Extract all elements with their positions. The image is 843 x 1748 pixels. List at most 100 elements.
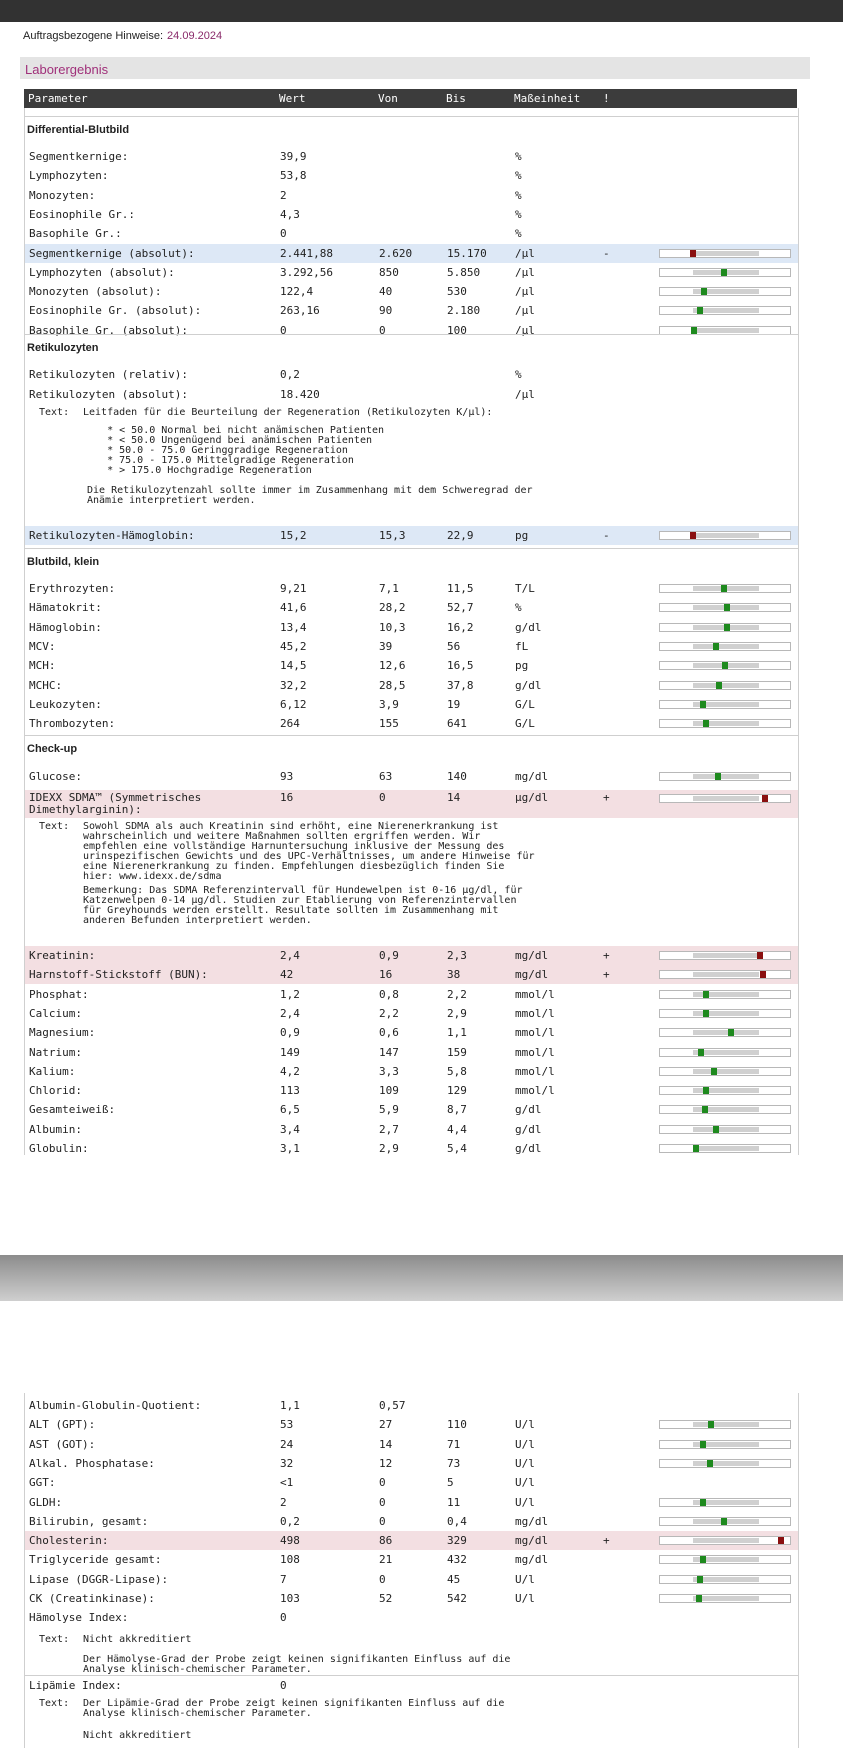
param-value: 2,4	[280, 1006, 300, 1020]
unit: U/l	[515, 1495, 535, 1509]
table-row: Harnstoff-Stickstoff (BUN): 42 16 38 mg/dl +	[25, 965, 798, 985]
param-name: Lymphozyten (absolut):	[29, 265, 175, 279]
range-bar	[659, 1594, 791, 1603]
order-notes: Auftragsbezogene Hinweise: 24.09.2024	[23, 30, 222, 42]
table-row: Bilirubin, gesamt: 0,2 0 0,4 mg/dl	[25, 1512, 798, 1531]
param-value: 24	[280, 1437, 294, 1451]
reference-range	[693, 682, 759, 688]
ref-max: 38	[447, 968, 461, 982]
table-row: Albumin-Globulin-Quotient: 1,1 0,57	[25, 1396, 798, 1415]
param-name: Kalium:	[29, 1064, 76, 1078]
ref-max: 432	[447, 1553, 467, 1567]
range-bar	[659, 1516, 791, 1526]
range-bar	[659, 699, 791, 709]
param-value: 0	[280, 1611, 287, 1625]
table-row: Monozyten: 2%	[25, 186, 798, 205]
table-row: Thrombozyten: 264 155 641 G/L	[25, 714, 798, 733]
table-row: Gesamteiweiß: 6,5 5,9 8,7 g/dl	[25, 1100, 798, 1119]
reference-range	[693, 953, 759, 958]
ref-max: 73	[447, 1456, 461, 1470]
col-bis: Bis	[446, 92, 466, 105]
param-value: 93	[280, 770, 294, 783]
ref-max: 542	[447, 1592, 467, 1605]
value-marker	[703, 1009, 709, 1017]
ref-min: 0	[379, 1495, 386, 1509]
text-note: Die Retikulozytenzahl sollte immer im Zu…	[87, 485, 533, 506]
text-bullets: * < 50.0 Normal bei nicht anämischen Pat…	[107, 425, 385, 476]
table-row: Segmentkernige: 39,9%	[25, 147, 798, 166]
range-bar	[659, 641, 791, 651]
ref-max: 129	[447, 1084, 467, 1098]
param-name: GGT:	[29, 1476, 56, 1490]
range-bar	[659, 1458, 791, 1468]
ref-min: 28,5	[379, 678, 406, 692]
range-bar	[659, 1047, 791, 1057]
ref-max: 52,7	[447, 601, 474, 615]
text-remark: Bemerkung: Das SDMA Referenzintervall fü…	[83, 885, 523, 926]
param-value: 0	[280, 227, 287, 241]
table-row: IDEXX SDMA™ (Symmetrisches Dimethylargini…	[25, 790, 798, 818]
param-value: 103	[280, 1592, 300, 1605]
param-name: Hämolyse Index:	[29, 1611, 129, 1625]
table-row: Alkal. Phosphatase: 32 12 73 U/l	[25, 1454, 798, 1473]
result-table-page1: Differential-Blutbild Segmentkernige: 39,9…	[24, 108, 799, 1155]
value-marker	[697, 307, 703, 315]
table-row: GGT: <1 0 5 U/l	[25, 1473, 798, 1492]
unit: g/dl	[515, 1142, 542, 1155]
range-bar	[659, 1439, 791, 1449]
param-name: Lipase (DGGR-Lipase):	[29, 1572, 169, 1586]
range-bar	[659, 287, 791, 297]
unit: /µl	[515, 246, 535, 260]
ref-max: 140	[447, 770, 467, 783]
range-bar	[659, 603, 791, 613]
value-marker	[724, 604, 730, 612]
param-value: 39,9	[280, 150, 307, 163]
order-notes-label: Auftragsbezogene Hinweise:	[23, 30, 164, 42]
range-bar	[659, 267, 791, 277]
unit: mmol/l	[515, 1026, 555, 1040]
param-name: Eosinophile Gr.:	[29, 207, 135, 221]
param-name: Thrombozyten:	[29, 717, 116, 731]
ref-min: 10,3	[379, 620, 406, 634]
group-heading: Blutbild, klein	[25, 548, 798, 574]
param-value: 42	[280, 968, 294, 982]
value-marker	[700, 700, 706, 708]
unit: G/L	[515, 697, 535, 711]
param-value: 0,9	[280, 1026, 300, 1040]
param-name: Magnesium:	[29, 1026, 96, 1040]
col-parameter: Parameter	[28, 92, 88, 105]
table-row: Natrium: 149 147 159 mmol/l	[25, 1043, 798, 1062]
param-name: MCV:	[29, 639, 56, 653]
param-value: 15,2	[280, 529, 307, 542]
reference-range	[693, 774, 759, 779]
param-value: 14,5	[280, 659, 307, 673]
param-value: 2	[280, 1495, 287, 1509]
param-name: Gesamteiweiß:	[29, 1103, 116, 1117]
range-bar	[659, 772, 791, 781]
unit: mg/dl	[515, 949, 549, 962]
ref-max: 4,4	[447, 1122, 467, 1136]
unit: g/dl	[515, 1122, 542, 1136]
value-marker	[698, 1048, 704, 1056]
unit: U/l	[515, 1572, 535, 1586]
ref-min: 0,9	[379, 949, 399, 962]
param-value: 0,2	[280, 1514, 300, 1528]
param-name: Bilirubin, gesamt:	[29, 1514, 149, 1528]
unit: G/L	[515, 717, 535, 731]
value-marker	[711, 1067, 717, 1075]
unit: g/dl	[515, 1103, 542, 1117]
value-marker	[690, 532, 696, 539]
unit: %	[515, 169, 522, 183]
param-name: Kreatinin:	[29, 949, 96, 962]
value-marker	[778, 1537, 784, 1545]
param-name: Segmentkernige (absolut):	[29, 246, 195, 260]
table-row: Hämatokrit: 41,6 28,2 52,7%	[25, 598, 798, 617]
table-row: Calcium: 2,4 2,2 2,9 mmol/l	[25, 1004, 798, 1023]
value-marker	[703, 1087, 709, 1095]
param-name: Phosphat:	[29, 987, 89, 1001]
range-bar	[659, 951, 791, 960]
range-bar	[659, 248, 791, 258]
param-name: Leukozyten:	[29, 697, 102, 711]
table-row: Retikulozyten-Hämoglobin: 15,2 15,3 22,9 pg -	[25, 526, 798, 545]
unit: mg/dl	[515, 770, 549, 783]
